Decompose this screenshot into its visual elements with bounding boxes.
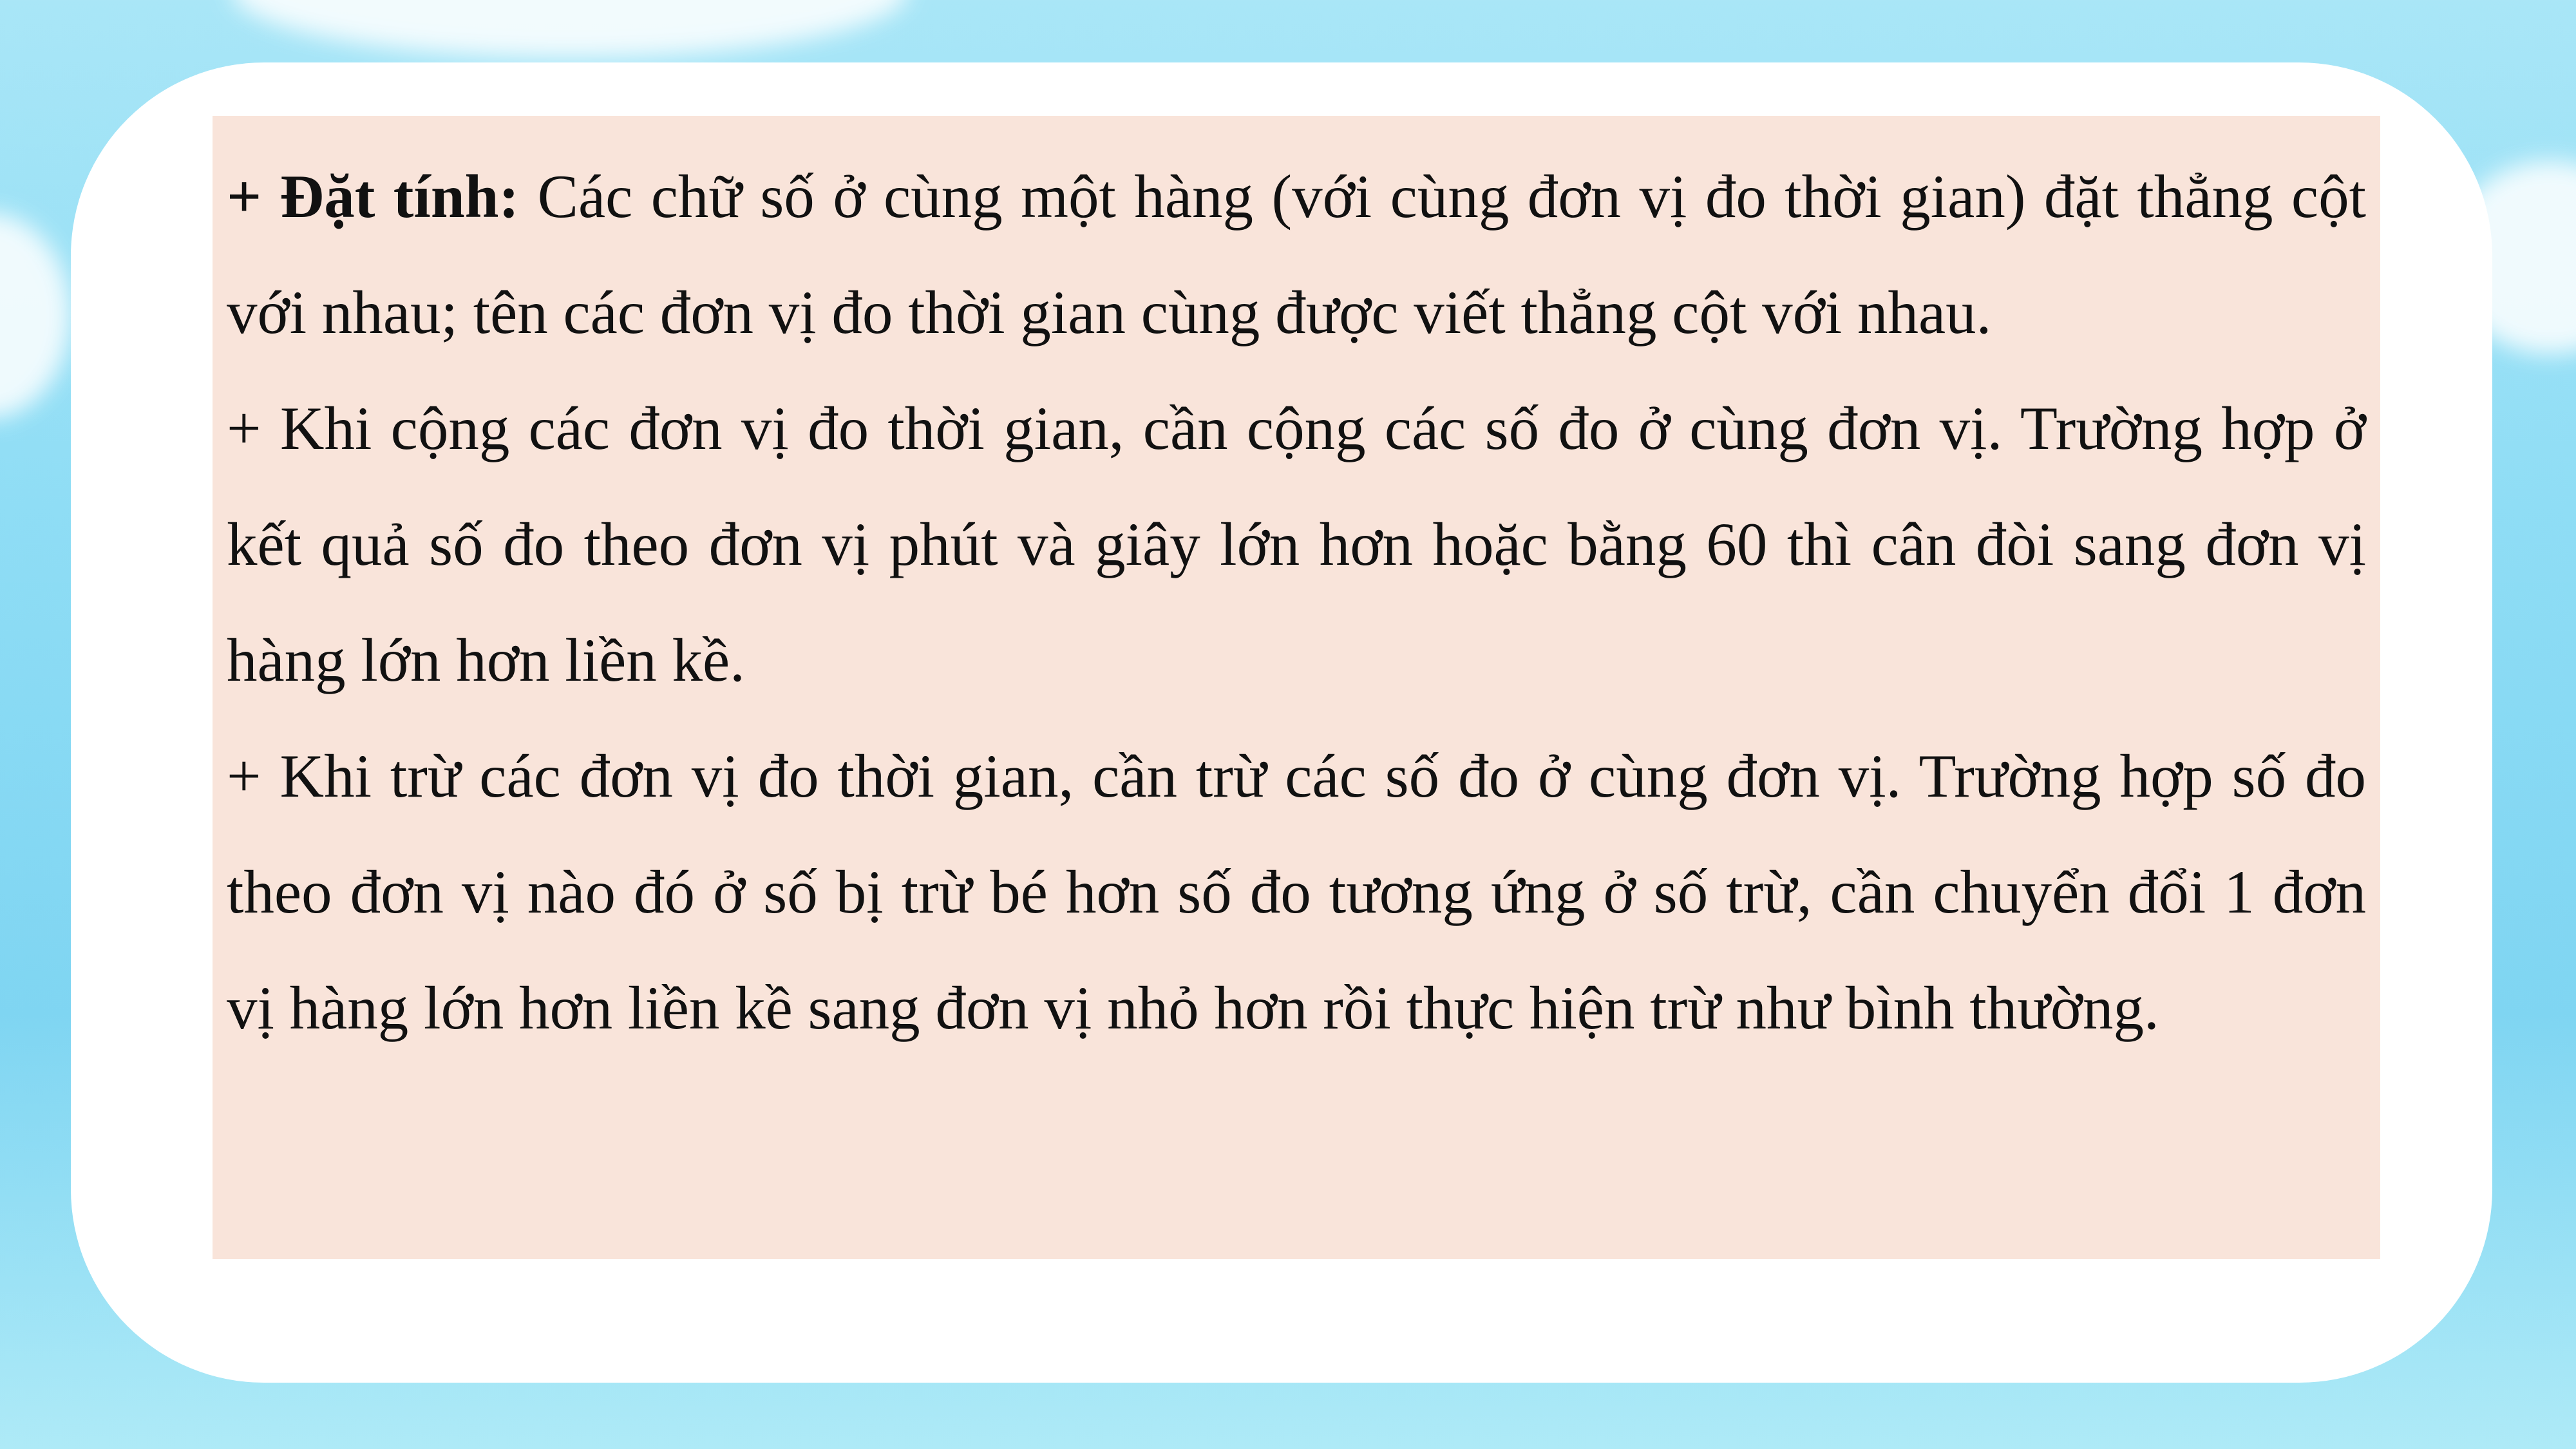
rules-text-panel: + Đặt tính: Các chữ số ở cùng một hàng (… [213,116,2380,1259]
rule-paragraph-subtraction: + Khi trừ các đơn vị đo thời gian, cần t… [227,742,2366,1042]
background-cloud-left [0,213,71,419]
rule-text-dat-tinh: Các chữ số ở cùng một hàng (với cùng đơn… [227,162,2366,346]
rule-paragraph-place-value: + Đặt tính: Các chữ số ở cùng một hàng (… [227,138,2366,370]
rule-heading-dat-tinh: + Đặt tính: [227,162,520,231]
rule-paragraph-addition: + Khi cộng các đơn vị đo thời gian, cần … [227,394,2366,694]
background-cloud-top [232,0,908,58]
